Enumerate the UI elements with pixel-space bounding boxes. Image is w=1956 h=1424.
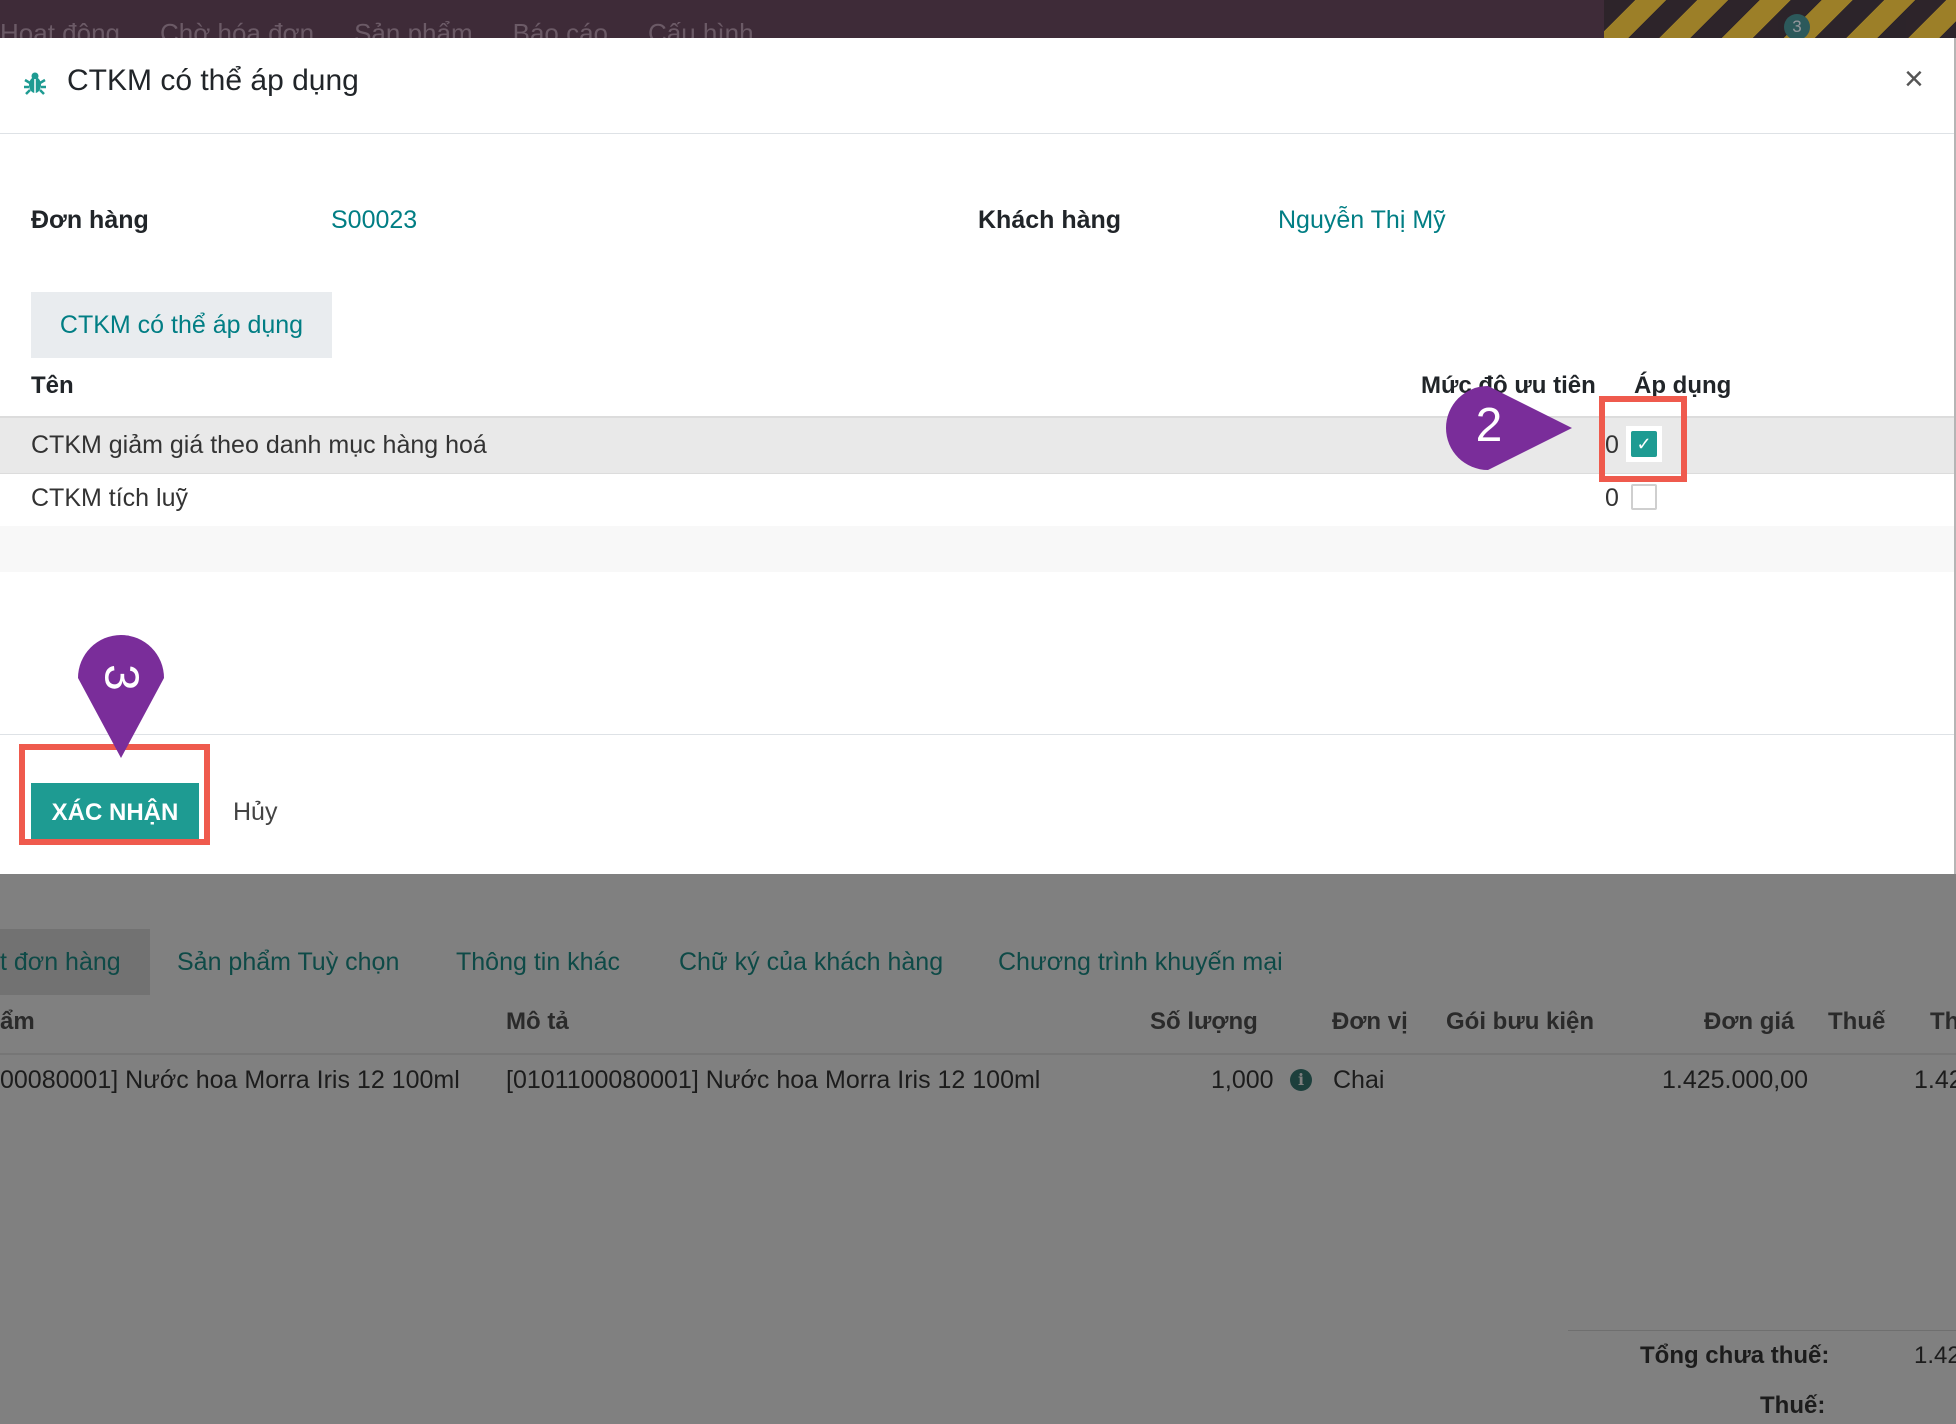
promotion-priority: 0	[1605, 484, 1619, 512]
dialog-header: CTKM có thể áp dụng ×	[0, 38, 1954, 134]
info-icon[interactable]: i	[1290, 1069, 1312, 1091]
debug-ribbon: 3	[1604, 0, 1956, 40]
order-tabs: t đơn hàng Sản phẩm Tuỳ chọn Thông tin k…	[0, 929, 1956, 995]
promotion-name: CTKM tích luỹ	[31, 484, 188, 512]
order-link[interactable]: S00023	[331, 206, 417, 235]
customer-link[interactable]: Nguyễn Thị Mỹ	[1278, 206, 1446, 235]
tab-other-info[interactable]: Thông tin khác	[456, 929, 620, 995]
step-3-number: 3	[94, 664, 148, 691]
customer-label: Khách hàng	[978, 206, 1122, 234]
column-subtotal[interactable]: Th	[1930, 1008, 1956, 1036]
tab-applicable-promotions[interactable]: CTKM có thể áp dụng	[31, 292, 332, 358]
tab-order-lines[interactable]: t đơn hàng	[0, 929, 150, 995]
tax-label: Thuế:	[1760, 1392, 1826, 1419]
totals-divider	[1568, 1330, 1956, 1331]
line-subtotal: 1.42	[1914, 1066, 1956, 1094]
line-unit-price[interactable]: 1.425.000,00	[1662, 1066, 1808, 1095]
table-divider	[0, 1053, 1956, 1055]
column-name[interactable]: Tên	[31, 372, 74, 400]
line-uom[interactable]: Chai	[1333, 1066, 1384, 1095]
bug-icon	[24, 72, 46, 95]
promotion-name: CTKM giảm giá theo danh mục hàng hoá	[31, 431, 487, 459]
tab-customer-signature[interactable]: Chữ ký của khách hàng	[679, 929, 943, 995]
column-unit-price[interactable]: Đơn giá	[1704, 1008, 1794, 1036]
close-icon[interactable]: ×	[1904, 60, 1924, 99]
dialog-title: CTKM có thể áp dụng	[67, 64, 359, 97]
cancel-button[interactable]: Hủy	[233, 798, 277, 827]
untaxed-amount-label: Tổng chưa thuế:	[1640, 1342, 1830, 1369]
tab-promotions[interactable]: Chương trình khuyến mại	[998, 929, 1283, 995]
dialog-footer-divider	[0, 734, 1954, 735]
top-navbar: Hoạt động Chờ hóa đơn Sản phẩm Báo cáo C…	[0, 0, 1956, 48]
line-quantity[interactable]: 1,000	[1211, 1066, 1274, 1095]
step-2-number: 2	[1475, 399, 1503, 452]
list-footer	[0, 526, 1954, 572]
column-taxes[interactable]: Thuế	[1828, 1008, 1885, 1036]
line-product[interactable]: 00080001] Nước hoa Morra Iris 12 100ml	[0, 1066, 460, 1095]
column-package[interactable]: Gói bưu kiện	[1446, 1008, 1594, 1036]
tab-optional-products[interactable]: Sản phẩm Tuỳ chọn	[177, 929, 399, 995]
column-uom[interactable]: Đơn vị	[1332, 1008, 1408, 1036]
column-product[interactable]: ẩm	[0, 1008, 35, 1036]
untaxed-amount-value: 1.42	[1914, 1342, 1956, 1369]
checkbox-highlight	[1599, 396, 1687, 482]
column-description[interactable]: Mô tả	[506, 1008, 569, 1036]
column-quantity[interactable]: Số lượng	[1150, 1008, 1258, 1036]
line-description[interactable]: [0101100080001] Nước hoa Morra Iris 12 1…	[506, 1066, 1040, 1095]
order-label: Đơn hàng	[31, 206, 149, 234]
messages-badge: 3	[1784, 14, 1810, 40]
apply-checkbox[interactable]	[1631, 484, 1657, 510]
